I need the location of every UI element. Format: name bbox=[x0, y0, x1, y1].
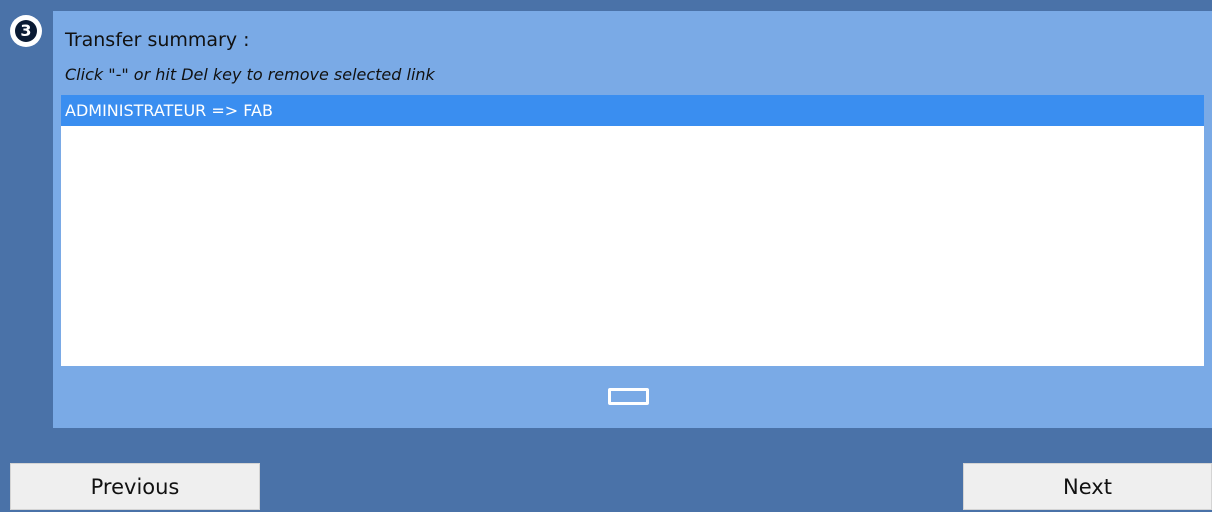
previous-button[interactable]: Previous bbox=[10, 463, 260, 510]
step-number-badge: 3 bbox=[10, 15, 42, 47]
transfer-links-list[interactable]: ADMINISTRATEUR => FAB bbox=[61, 95, 1204, 366]
summary-title: Transfer summary : bbox=[65, 29, 250, 51]
remove-link-button[interactable] bbox=[608, 388, 649, 405]
list-item[interactable]: ADMINISTRATEUR => FAB bbox=[61, 95, 1204, 126]
transfer-summary-panel: Transfer summary : Click "-" or hit Del … bbox=[53, 11, 1212, 428]
summary-instruction: Click "-" or hit Del key to remove selec… bbox=[65, 65, 435, 84]
step-number: 3 bbox=[15, 20, 37, 42]
next-button[interactable]: Next bbox=[963, 463, 1212, 510]
